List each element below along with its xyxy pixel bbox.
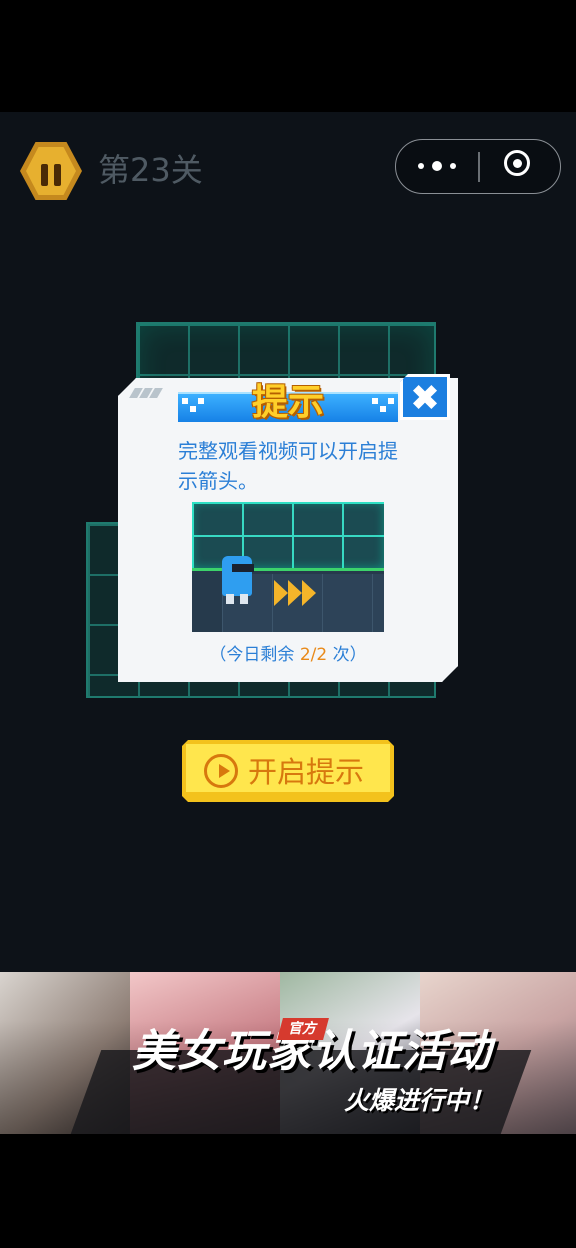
more-button[interactable]	[396, 140, 478, 192]
robot-sprite	[222, 556, 252, 596]
close-icon-center	[513, 159, 522, 168]
remaining-prefix: （今日剩余	[209, 645, 300, 665]
preview-border	[192, 568, 384, 571]
direction-arrow-icon	[288, 580, 302, 606]
enable-hint-button[interactable]: 开启提示	[182, 740, 394, 802]
pause-bar-right	[54, 164, 61, 186]
ad-banner[interactable]: 美女玩家认证活动 官方 火爆进行中！	[0, 972, 576, 1134]
direction-arrow-icon	[274, 580, 288, 606]
mini-program-close-button[interactable]	[480, 140, 560, 192]
direction-arrow-icon	[302, 580, 316, 606]
dialog-decoration	[128, 388, 168, 398]
more-icon-center	[432, 161, 442, 171]
pause-icon	[26, 147, 76, 195]
play-icon	[204, 754, 238, 788]
remaining-count: 2/2	[299, 645, 328, 665]
level-title: 第23关	[98, 151, 203, 189]
enable-hint-label: 开启提示	[248, 755, 365, 789]
bottom-area	[0, 1134, 576, 1248]
dialog-title: 提示	[251, 382, 324, 423]
ad-official-tag: 官方	[277, 1018, 329, 1040]
hint-preview-image	[192, 502, 384, 632]
preview-grid	[192, 502, 384, 568]
robot-leg	[240, 594, 248, 604]
robot-leg	[226, 594, 234, 604]
mini-program-capsule	[395, 139, 561, 194]
robot-visor	[232, 564, 254, 572]
enable-hint-button-face: 开启提示	[186, 744, 390, 792]
dialog-description: 完整观看视频可以开启提示箭头。	[178, 439, 398, 493]
play-triangle	[219, 764, 230, 778]
ad-subtitle: 火爆进行中！	[344, 1086, 495, 1115]
more-icon	[418, 163, 424, 169]
pause-bar-left	[41, 164, 48, 186]
status-bar-area	[0, 0, 576, 112]
more-icon-dot	[450, 163, 456, 169]
close-icon[interactable]	[400, 374, 450, 420]
remaining-count-text: （今日剩余 2/2 次）	[178, 642, 398, 668]
remaining-suffix: 次）	[327, 645, 367, 665]
